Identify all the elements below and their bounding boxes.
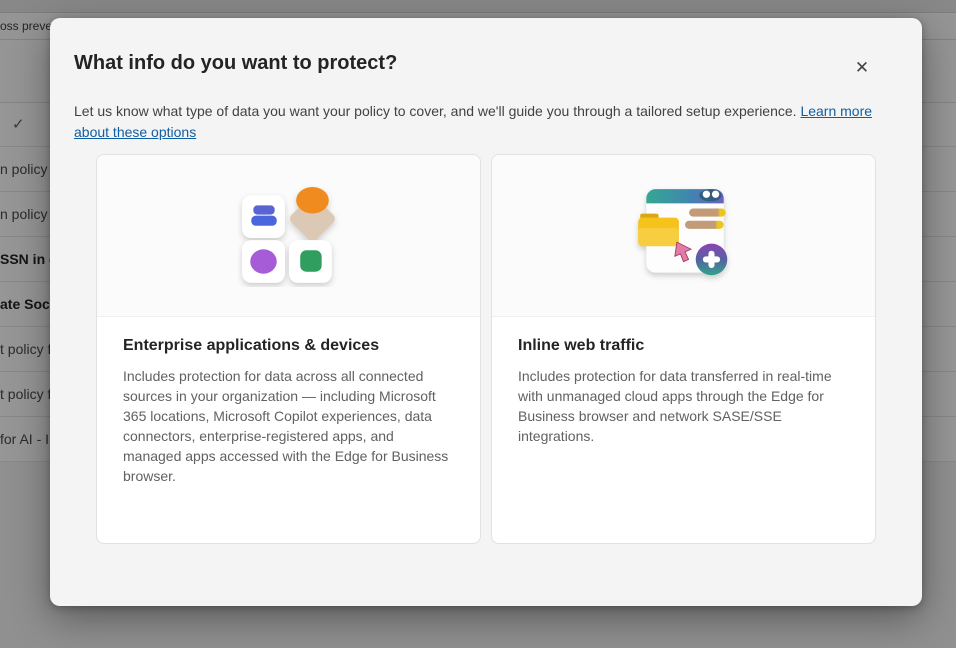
card-description: Includes protection for data across all … bbox=[123, 368, 449, 484]
browser-window-icon bbox=[637, 188, 727, 275]
card-text: Enterprise applications & devices Includ… bbox=[97, 317, 480, 506]
card-enterprise-applications[interactable]: Enterprise applications & devices Includ… bbox=[96, 154, 481, 544]
card-title: Inline web traffic bbox=[518, 337, 645, 354]
dialog-title: What info do you want to protect? bbox=[74, 52, 398, 74]
dialog-description: Let us know what type of data you want y… bbox=[74, 101, 874, 143]
web-traffic-illustration bbox=[492, 155, 875, 317]
enterprise-apps-illustration bbox=[97, 155, 480, 317]
apps-grid-icon bbox=[241, 186, 335, 283]
card-description: Includes protection for data transferred… bbox=[518, 368, 832, 444]
card-text: Inline web traffic Includes protection f… bbox=[492, 317, 875, 466]
card-inline-web-traffic[interactable]: Inline web traffic Includes protection f… bbox=[491, 154, 876, 544]
option-cards: Enterprise applications & devices Includ… bbox=[96, 154, 876, 544]
card-title: Enterprise applications & devices bbox=[123, 337, 380, 354]
description-text: Let us know what type of data you want y… bbox=[74, 103, 801, 119]
close-icon[interactable]: ✕ bbox=[849, 55, 875, 81]
protect-info-dialog: What info do you want to protect? ✕ Let … bbox=[50, 18, 922, 606]
screen: oss preven y 1 of ✓ n policy n policy SS… bbox=[0, 0, 956, 648]
